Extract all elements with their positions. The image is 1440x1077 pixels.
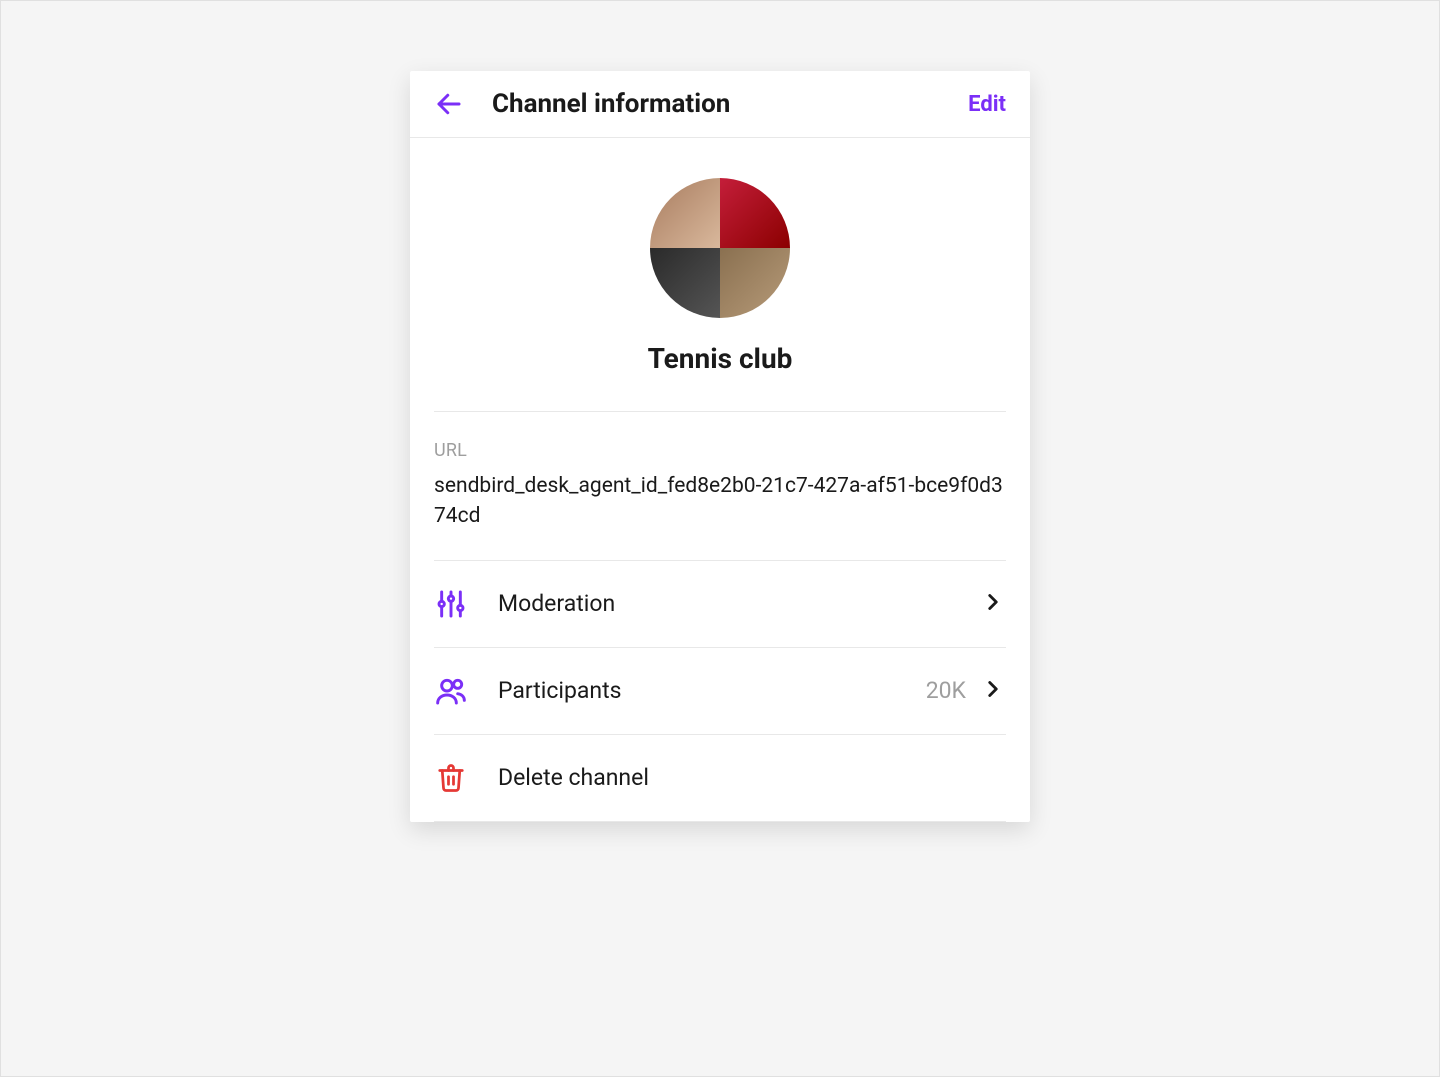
- edit-button[interactable]: Edit: [968, 92, 1006, 117]
- avatar-group: [650, 178, 790, 318]
- row-label: Moderation: [498, 590, 980, 617]
- avatar-quadrant: [650, 248, 720, 318]
- chevron-right-icon: [980, 676, 1006, 706]
- avatar-quadrant: [650, 178, 720, 248]
- avatar-quadrant: [720, 248, 790, 318]
- url-value: sendbird_desk_agent_id_fed8e2b0-21c7-427…: [434, 471, 1006, 532]
- participants-count: 20K: [926, 677, 966, 704]
- channel-profile: Tennis club: [410, 138, 1030, 411]
- people-icon: [434, 674, 468, 708]
- url-label: URL: [434, 440, 1006, 461]
- header-bar: Channel information Edit: [410, 71, 1030, 138]
- avatar-quadrant: [720, 178, 790, 248]
- channel-info-panel: Channel information Edit Tennis club URL…: [410, 71, 1030, 822]
- chevron-right-icon: [980, 589, 1006, 619]
- sliders-icon: [434, 587, 468, 621]
- url-section: URL sendbird_desk_agent_id_fed8e2b0-21c7…: [410, 412, 1030, 560]
- back-button[interactable]: [434, 89, 464, 119]
- row-label: Participants: [498, 677, 926, 704]
- row-label: Delete channel: [498, 764, 1006, 791]
- divider: [434, 821, 1006, 822]
- channel-name: Tennis club: [648, 342, 793, 375]
- arrow-left-icon: [434, 89, 464, 119]
- moderation-row[interactable]: Moderation: [410, 561, 1030, 647]
- page-title: Channel information: [492, 89, 968, 119]
- delete-channel-row[interactable]: Delete channel: [410, 735, 1030, 821]
- participants-row[interactable]: Participants 20K: [410, 648, 1030, 734]
- trash-icon: [434, 761, 468, 795]
